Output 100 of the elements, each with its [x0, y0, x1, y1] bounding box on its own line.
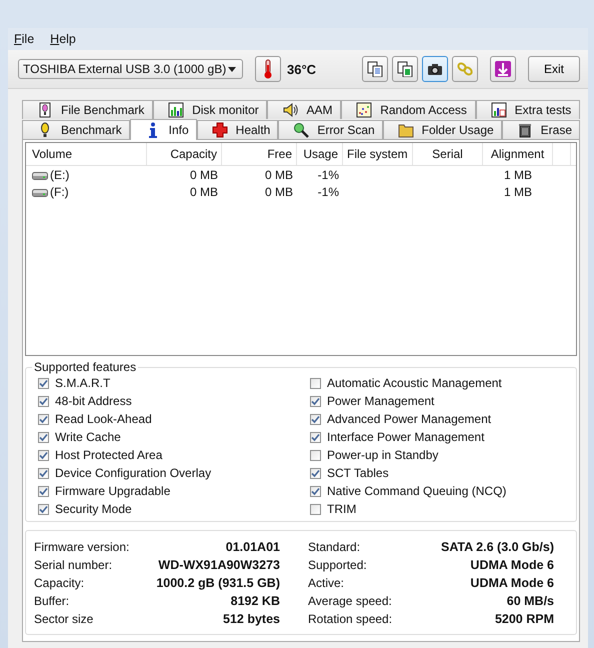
feature-label: S.M.A.R.T — [55, 376, 110, 390]
chain-icon — [457, 61, 473, 77]
bar-chart-icon — [168, 102, 184, 118]
tab[interactable]: Benchmark — [22, 120, 130, 139]
checkbox[interactable] — [38, 414, 49, 424]
column-header[interactable]: Free — [222, 143, 297, 165]
tab[interactable]: Extra tests — [476, 100, 580, 119]
menu-item[interactable]: File — [14, 32, 34, 46]
column-header[interactable]: File system — [343, 143, 413, 165]
toolbar-button[interactable] — [422, 56, 448, 82]
detail-label: Capacity: — [34, 576, 84, 590]
download-icon — [495, 61, 511, 77]
checkbox[interactable] — [38, 378, 49, 388]
group-title: Supported features — [33, 360, 138, 374]
table-cell: -1% — [318, 184, 339, 198]
table-chart-icon — [490, 102, 507, 118]
feature-label: Host Protected Area — [55, 448, 162, 462]
table-cell: 0 MB — [264, 168, 293, 182]
toolbar-button[interactable] — [392, 56, 418, 82]
table-cell: 0 MB — [190, 168, 218, 182]
feature-label: Read Look-Ahead — [55, 412, 152, 426]
tab[interactable]: File Benchmark — [22, 100, 154, 119]
detail-value: 01.01A01 — [226, 540, 280, 554]
thermometer-icon — [263, 59, 273, 79]
magnifier-icon — [293, 122, 310, 138]
checkbox[interactable] — [38, 468, 49, 478]
detail-value: UDMA Mode 6 — [470, 558, 554, 572]
feature-label: Device Configuration Overlay — [55, 466, 212, 480]
tab[interactable]: Disk monitor — [153, 100, 268, 119]
cross-icon — [212, 122, 228, 138]
detail-label: Serial number: — [34, 558, 112, 572]
drive-dropdown[interactable]: TOSHIBA External USB 3.0 (1000 gB) — [18, 59, 243, 79]
speaker-icon — [282, 102, 298, 118]
copy-icon — [367, 61, 383, 77]
checkbox[interactable] — [310, 486, 321, 496]
detail-value: WD-WX91A90W3273 — [158, 558, 280, 572]
table-cell: 0 MB — [190, 184, 218, 198]
tab[interactable]: Random Access — [341, 100, 476, 119]
checkbox[interactable] — [38, 432, 49, 442]
feature-label: 48-bit Address — [55, 394, 132, 408]
detail-value: 60 MB/s — [506, 594, 554, 608]
checkbox[interactable] — [38, 450, 49, 460]
feature-label: Advanced Power Management — [327, 412, 492, 426]
detail-label: Supported: — [308, 558, 367, 572]
detail-label: Rotation speed: — [308, 612, 392, 626]
table-cell: 0 MB — [264, 184, 293, 198]
detail-label: Firmware version: — [34, 540, 130, 554]
drive-icon — [32, 170, 48, 180]
feature-label: SCT Tables — [327, 466, 389, 480]
feature-label: Security Mode — [55, 502, 132, 516]
tab[interactable]: Info — [130, 119, 197, 140]
table-cell: -1% — [318, 168, 339, 182]
detail-value: SATA 2.6 (3.0 Gb/s) — [441, 540, 554, 554]
copy-icon — [397, 61, 413, 77]
checkbox[interactable] — [310, 450, 321, 460]
column-header[interactable]: Alignment — [483, 143, 553, 165]
camera-icon — [427, 61, 443, 77]
column-header[interactable]: Serial — [413, 143, 483, 165]
detail-value: 5200 RPM — [494, 612, 554, 626]
temperature-reading: 36°C — [287, 62, 316, 76]
checkbox[interactable] — [310, 396, 321, 406]
detail-label: Standard: — [308, 540, 360, 554]
exit-button[interactable]: Exit — [528, 56, 580, 82]
tab[interactable]: Error Scan — [278, 120, 383, 139]
temperature-button[interactable] — [255, 56, 281, 82]
detail-label: Active: — [308, 576, 344, 590]
checkbox[interactable] — [38, 486, 49, 496]
table-cell: 1 MB — [504, 184, 532, 198]
column-header[interactable]: Usage — [297, 143, 343, 165]
detail-value: UDMA Mode 6 — [470, 576, 554, 590]
feature-label: Automatic Acoustic Management — [327, 376, 502, 390]
volume-name: (F:) — [50, 184, 69, 198]
checkbox[interactable] — [310, 468, 321, 478]
checkbox[interactable] — [310, 378, 321, 388]
detail-label: Average speed: — [308, 594, 392, 608]
toolbar-button[interactable] — [362, 56, 388, 82]
menu-item[interactable]: Help — [50, 32, 76, 46]
feature-label: Write Cache — [55, 430, 121, 444]
checkbox[interactable] — [38, 504, 49, 514]
detail-value: 8192 KB — [230, 594, 280, 608]
checkbox[interactable] — [310, 414, 321, 424]
column-header[interactable]: Capacity — [147, 143, 222, 165]
checkbox[interactable] — [38, 396, 49, 406]
tab[interactable]: Erase — [502, 120, 580, 139]
drive-icon — [32, 186, 48, 196]
detail-label: Buffer: — [34, 594, 70, 608]
detail-value: 1000.2 gB (931.5 GB) — [156, 576, 280, 590]
tab[interactable]: AAM — [267, 100, 342, 119]
feature-label: Power Management — [327, 394, 434, 408]
caret-icon — [228, 66, 236, 72]
document-icon — [37, 102, 53, 118]
checkbox[interactable] — [310, 432, 321, 442]
detail-value: 512 bytes — [223, 612, 280, 626]
column-header[interactable]: Volume — [26, 143, 147, 165]
feature-label: Interface Power Management — [327, 430, 484, 444]
volume-name: (E:) — [50, 168, 70, 182]
trash-icon — [516, 122, 533, 138]
tab[interactable]: Folder Usage — [382, 120, 502, 139]
tab[interactable]: Health — [196, 120, 278, 139]
checkbox[interactable] — [310, 504, 321, 514]
